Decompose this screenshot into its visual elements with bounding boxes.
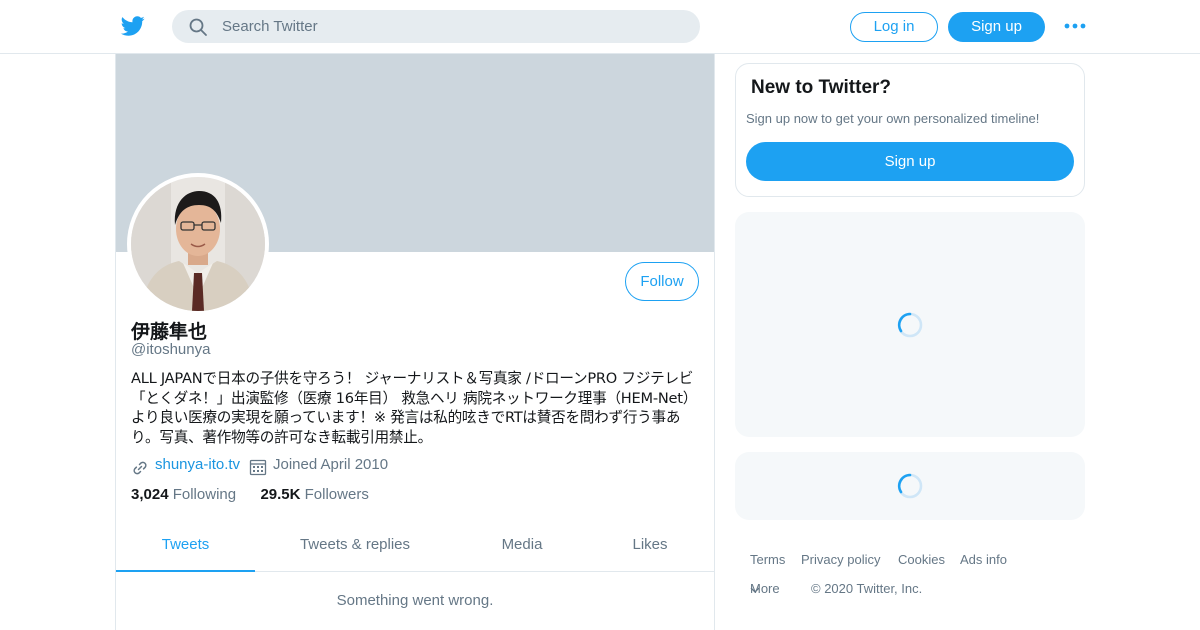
following-count: 3,024 — [131, 486, 169, 503]
follow-button[interactable]: Follow — [625, 262, 699, 301]
following-link[interactable]: 3,024 Following — [131, 486, 240, 503]
timeline-error-message: Something went wrong. — [336, 592, 494, 609]
website-link[interactable]: shunya-ito.tv — [155, 456, 240, 473]
search-icon — [189, 18, 207, 36]
profile-bio: ALL JAPANで日本の子供を守ろう！ ジャーナリスト＆写真家 /ドローンPR… — [131, 370, 698, 446]
tab-media[interactable]: Media — [482, 519, 562, 572]
loading-panel-trends — [735, 212, 1085, 437]
footer-copyright: © 2020 Twitter, Inc. — [811, 581, 923, 596]
avatar[interactable] — [127, 173, 269, 315]
follow-stats: 3,024 Following 29.5K Followers — [131, 486, 369, 503]
signup-card-button[interactable]: Sign up — [746, 142, 1074, 181]
search-box[interactable] — [172, 10, 700, 43]
signup-card: New to Twitter? Sign up now to get your … — [735, 63, 1085, 197]
avatar-photo — [131, 177, 265, 311]
footer-more-menu[interactable]: More — [750, 581, 780, 596]
link-icon — [133, 461, 147, 475]
login-button[interactable]: Log in — [850, 12, 938, 42]
search-input[interactable] — [222, 10, 682, 43]
loading-panel-suggestions — [735, 452, 1085, 520]
footer-link-ads-info[interactable]: Ads info — [960, 552, 1007, 567]
followers-label: Followers — [304, 486, 369, 503]
signup-button[interactable]: Sign up — [948, 12, 1045, 42]
footer-link-terms[interactable]: Terms — [750, 552, 785, 567]
signup-card-title: New to Twitter? — [751, 77, 892, 98]
joined-date: Joined April 2010 — [273, 456, 389, 473]
loading-spinner-icon — [897, 473, 923, 499]
top-navigation-bar: Log in Sign up — [0, 0, 1200, 54]
more-dots-icon[interactable] — [1063, 18, 1087, 34]
user-handle: @itoshunya — [131, 341, 211, 358]
signup-card-subtitle: Sign up now to get your own personalized… — [746, 111, 1040, 126]
following-label: Following — [172, 486, 237, 503]
tab-tweets[interactable]: Tweets — [116, 519, 255, 572]
tab-tweets-replies[interactable]: Tweets & replies — [280, 519, 430, 572]
tab-likes[interactable]: Likes — [614, 519, 686, 572]
footer-link-cookies[interactable]: Cookies — [898, 552, 945, 567]
followers-count: 29.5K — [260, 486, 301, 503]
display-name: 伊藤隼也 — [131, 321, 208, 343]
footer-more-label: More — [750, 581, 780, 596]
loading-spinner-icon — [897, 312, 923, 338]
profile-tabs: Tweets Tweets & replies Media Likes — [116, 519, 714, 572]
footer-link-privacy[interactable]: Privacy policy — [801, 552, 880, 567]
followers-link[interactable]: 29.5K Followers — [260, 486, 368, 503]
twitter-bird-icon[interactable] — [120, 14, 146, 38]
calendar-icon — [249, 459, 267, 476]
profile-column: Follow 伊藤隼也 @itoshunya ALL JAPANで日本の子供を守… — [115, 54, 715, 630]
